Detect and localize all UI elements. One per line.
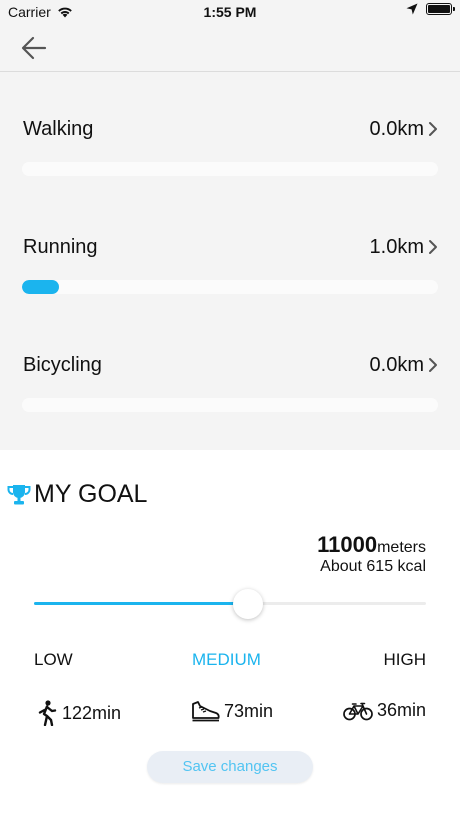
progress-track	[22, 162, 438, 176]
goal-kcal: About 615 kcal	[320, 558, 426, 575]
duration-running-value: 73min	[224, 700, 274, 721]
running-shoe-icon	[192, 701, 220, 722]
activity-row-bicycling[interactable]: Bicycling 0.0km	[0, 354, 460, 464]
save-changes-button[interactable]: Save changes	[147, 751, 313, 783]
status-right	[406, 3, 455, 15]
chevron-right-icon	[429, 240, 437, 254]
trophy-icon	[7, 484, 31, 504]
progress-fill	[22, 280, 60, 294]
battery-icon	[426, 3, 455, 15]
status-bar: Carrier 1:55 PM	[0, 0, 460, 24]
duration-walking-value: 122min	[62, 702, 122, 723]
level-low[interactable]: LOW	[34, 650, 73, 670]
duration-bicycling-value: 36min	[376, 700, 426, 720]
activity-row-running[interactable]: Running 1.0km	[0, 236, 460, 346]
progress-track	[22, 398, 438, 412]
goal-title-text: MY GOAL	[34, 480, 148, 508]
goal-slider[interactable]	[34, 588, 426, 620]
duration-running: 73min	[190, 700, 273, 722]
activity-distance: 0.0km	[369, 118, 424, 140]
activity-distance: 0.0km	[369, 354, 424, 376]
level-medium[interactable]: MEDIUM	[192, 650, 261, 670]
duration-walking: 122min	[36, 700, 121, 726]
goal-title: MY GOAL	[6, 480, 147, 509]
location-arrow-icon	[406, 3, 418, 15]
activity-label: Walking	[23, 118, 94, 140]
slider-fill	[34, 602, 248, 605]
navigation-bar	[0, 24, 460, 72]
chevron-right-icon	[429, 358, 437, 372]
level-high[interactable]: HIGH	[384, 650, 427, 670]
slider-thumb[interactable]	[232, 589, 263, 619]
arrow-left-icon	[21, 36, 47, 60]
activity-label: Bicycling	[23, 354, 102, 376]
activity-label: Running	[23, 236, 98, 258]
goal-distance: 11000meters	[317, 532, 426, 558]
progress-track	[22, 280, 438, 294]
goal-distance-value: 11000	[317, 532, 378, 557]
goal-section: MY GOAL 11000meters About 615 kcal LOW M…	[0, 450, 460, 818]
activity-distance: 1.0km	[369, 236, 424, 258]
bicycle-icon	[343, 702, 373, 720]
activity-list: Walking 0.0km Running 1.0km Bicycling 0.…	[0, 72, 460, 450]
status-time: 1:55 PM	[203, 4, 257, 20]
duration-bicycling: 36min	[343, 700, 426, 721]
chevron-right-icon	[429, 122, 437, 136]
goal-distance-unit: meters	[377, 539, 426, 556]
walking-person-icon	[38, 700, 57, 726]
back-button[interactable]	[18, 33, 50, 63]
activity-row-walking[interactable]: Walking 0.0km	[0, 118, 460, 228]
